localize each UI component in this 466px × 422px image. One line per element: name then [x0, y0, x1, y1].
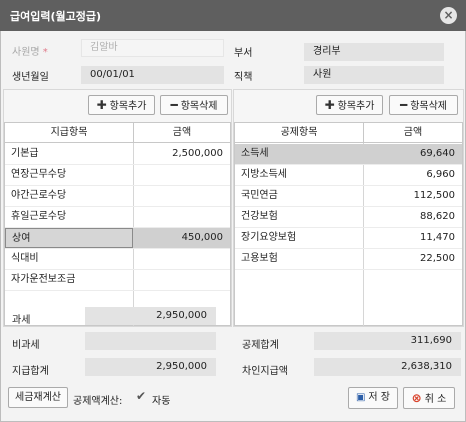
net-pay-field: 2,638,310	[314, 358, 461, 376]
total-pay-field: 2,950,000	[85, 358, 216, 376]
pay-row[interactable]: 야간근로수당	[5, 186, 230, 207]
dept-label: 부서	[234, 48, 253, 59]
tax-recalc-button[interactable]: 세금재계산	[8, 387, 68, 408]
employee-label: 사원명 *	[12, 47, 48, 58]
deduction-row[interactable]: 고용보험 22,500	[235, 249, 462, 270]
deduction-row[interactable]: 지방소득세 6,960	[235, 165, 462, 186]
deduction-table-header: 공제항목 금액	[235, 123, 462, 143]
title-bar: 급여입력(월고정급) ×	[0, 0, 466, 31]
pay-panel: ✚ 항목추가 ━ 항목삭제 지급항목 금액 기본급 2,500,000 연장근무수당…	[3, 89, 232, 327]
taxable-field: 2,950,000	[85, 307, 216, 325]
deduction-row-selected[interactable]: 소득세 69,640	[235, 144, 462, 165]
deduction-col-item: 공제항목	[280, 127, 318, 138]
nontaxable-label: 비과세	[12, 340, 40, 351]
deduction-add-item-button[interactable]: ✚ 항목추가	[316, 95, 383, 115]
position-label: 직책	[234, 72, 253, 83]
minus-icon: ━	[399, 98, 408, 112]
cancel-button[interactable]: ⊗ 취 소	[403, 387, 455, 409]
deduction-panel: ✚ 항목추가 ━ 항목삭제 공제항목 금액 소득세 69,640 지방소득세 6,9…	[233, 89, 464, 327]
pay-row[interactable]: 연장근무수당	[5, 165, 230, 186]
position-field: 사원	[304, 66, 444, 84]
deduction-calc-label: 공제액계산:	[73, 396, 123, 407]
dept-field: 경리부	[304, 43, 444, 61]
dialog-body: 사원명 * 김알바 부서 경리부 생년월일 00/01/01 직책 사원 ✚ 항목…	[0, 31, 466, 422]
save-icon: ▣	[355, 392, 366, 403]
pay-col-item: 지급항목	[50, 127, 88, 138]
total-deduction-label: 공제합계	[242, 340, 279, 351]
birth-label: 생년월일	[12, 72, 49, 83]
net-pay-label: 차인지급액	[242, 366, 288, 377]
deduction-row[interactable]: 건강보험 88,620	[235, 207, 462, 228]
employee-name-field[interactable]: 김알바	[81, 39, 224, 57]
nontaxable-field	[85, 332, 216, 350]
auto-label: 자동	[152, 396, 171, 407]
deduction-row[interactable]: 장기요양보험 11,470	[235, 228, 462, 249]
pay-table-header: 지급항목 금액	[5, 123, 230, 143]
deduction-row[interactable]: 국민연금 112,500	[235, 186, 462, 207]
taxable-label: 과세	[12, 315, 31, 326]
deduction-table: 공제항목 금액 소득세 69,640 지방소득세 6,960 국민연금 112,…	[234, 122, 463, 327]
pay-col-amount: 금액	[133, 123, 230, 142]
window-title: 급여입력(월고정급)	[10, 10, 102, 23]
plus-icon: ✚	[324, 98, 335, 112]
pay-add-item-button[interactable]: ✚ 항목추가	[88, 95, 155, 115]
total-pay-label: 지급합계	[12, 366, 49, 377]
pay-row[interactable]: 자가운전보조금	[5, 270, 230, 291]
deduction-col-amount: 금액	[363, 123, 462, 142]
total-deduction-field: 311,690	[314, 332, 461, 350]
pay-row-selected[interactable]: 상여 450,000	[5, 228, 230, 249]
auto-checkbox[interactable]: ✔	[136, 389, 146, 403]
deduction-delete-item-button[interactable]: ━ 항목삭제	[389, 95, 458, 115]
pay-table: 지급항목 금액 기본급 2,500,000 연장근무수당 야간근로수당 휴일근로…	[4, 122, 231, 327]
cancel-icon: ⊗	[411, 391, 422, 405]
minus-icon: ━	[170, 98, 178, 112]
plus-icon: ✚	[96, 98, 107, 112]
close-icon[interactable]: ×	[440, 7, 457, 24]
pay-delete-item-button[interactable]: ━ 항목삭제	[160, 95, 228, 115]
pay-row[interactable]: 휴일근로수당	[5, 207, 230, 228]
save-button[interactable]: ▣ 저 장	[348, 387, 398, 409]
pay-row[interactable]: 식대비	[5, 249, 230, 270]
pay-row[interactable]: 기본급 2,500,000	[5, 144, 230, 165]
birth-field: 00/01/01	[81, 66, 224, 84]
